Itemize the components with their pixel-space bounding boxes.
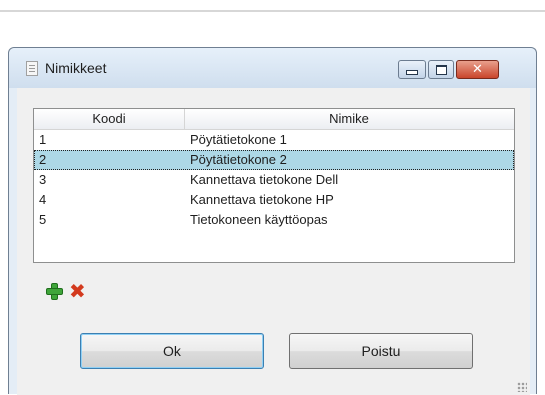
cell-code: 1 [39, 132, 47, 147]
cell-code: 4 [39, 192, 47, 207]
close-button[interactable]: ✕ [456, 60, 499, 79]
cell-name: Pöytätietokone 1 [190, 132, 287, 147]
cell-code: 3 [39, 172, 47, 187]
table-row[interactable]: 1 Pöytätietokone 1 [34, 130, 514, 150]
resize-grip[interactable] [517, 382, 527, 392]
cell-code: 5 [39, 212, 47, 227]
minimize-button[interactable] [398, 60, 426, 79]
cell-name: Kannettava tietokone Dell [190, 172, 339, 187]
table-row-selected[interactable]: 2 Pöytätietokone 2 [34, 150, 514, 170]
table-row[interactable]: 3 Kannettava tietokone Dell [34, 170, 514, 190]
column-header-name[interactable]: Nimike [184, 109, 514, 129]
dialog-body: Koodi Nimike 1 Pöytätietokone 1 2 Pöytätiet… [17, 88, 530, 395]
document-icon [26, 61, 38, 76]
window-title: Nimikkeet [45, 60, 107, 76]
delete-item-button[interactable]: ✖ [69, 281, 87, 301]
close-dialog-button[interactable]: Poistu [289, 333, 473, 369]
table-row[interactable]: 4 Kannettava tietokone HP [34, 190, 514, 210]
column-header-code[interactable]: Koodi [34, 109, 185, 129]
close-icon: ✕ [472, 62, 483, 77]
table-row[interactable]: 5 Tietokoneen käyttöopas [34, 210, 514, 230]
items-grid[interactable]: Koodi Nimike 1 Pöytätietokone 1 2 Pöytätiet… [33, 108, 515, 263]
minimize-icon [406, 70, 418, 75]
ok-button[interactable]: Ok [80, 333, 264, 369]
maximize-icon [435, 64, 447, 75]
grid-header: Koodi Nimike [34, 109, 514, 130]
background-band [0, 0, 545, 12]
cell-name: Tietokoneen käyttöopas [190, 212, 328, 227]
cell-code: 2 [39, 152, 47, 167]
dialog-window: Nimikkeet ✕ Koodi Nimike 1 Pöytätietokone… [8, 47, 537, 395]
add-item-button[interactable] [45, 282, 63, 300]
cell-name: Kannettava tietokone HP [190, 192, 334, 207]
title-bar[interactable]: Nimikkeet ✕ [9, 48, 536, 88]
maximize-button[interactable] [428, 60, 454, 79]
cell-name: Pöytätietokone 2 [190, 152, 287, 167]
